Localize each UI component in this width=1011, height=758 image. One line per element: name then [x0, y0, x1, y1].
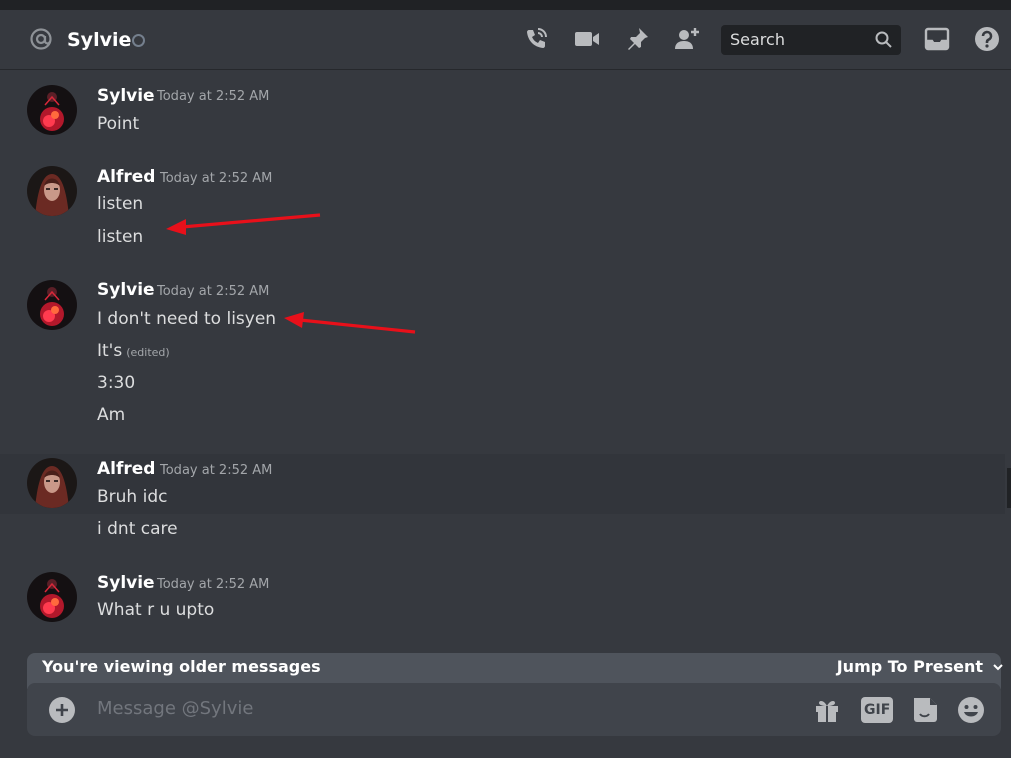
message-text: I don't need to lisyen	[97, 309, 277, 329]
dm-recipient-name[interactable]: Sylvie	[67, 27, 131, 53]
message-timestamp: Today at 2:52 AM	[157, 577, 270, 592]
message-text: Bruh idc	[97, 487, 168, 507]
message-group: Sylvie Today at 2:52 AM I don't need to …	[0, 266, 1005, 446]
search-placeholder: Search	[730, 30, 785, 49]
edited-label: (edited)	[126, 346, 170, 359]
message-author[interactable]: Sylvie	[97, 85, 155, 107]
message-author[interactable]: Alfred	[97, 166, 155, 188]
message-group: Alfred Today at 2:52 AM Bruh idc i dnt c…	[0, 444, 1005, 554]
message-author[interactable]: Alfred	[97, 458, 155, 480]
avatar-sylvie[interactable]	[27, 572, 77, 622]
chevron-down-icon	[993, 664, 1003, 671]
older-messages-notice: You're viewing older messages	[42, 657, 321, 676]
help-icon[interactable]	[974, 26, 1000, 52]
voice-call-icon[interactable]	[523, 26, 549, 52]
message-text: Point	[97, 114, 140, 134]
avatar-alfred[interactable]	[27, 166, 77, 216]
message-group: Alfred Today at 2:52 AM listen listen	[0, 152, 1005, 262]
search-input[interactable]: Search	[721, 25, 901, 55]
search-icon	[875, 31, 892, 48]
message-text: listen	[97, 194, 144, 214]
scrollbar-thumb[interactable]	[1007, 468, 1011, 508]
message-text-content: It's	[97, 341, 123, 361]
window-titlebar	[0, 0, 1011, 10]
gif-button[interactable]: GIF	[861, 697, 893, 723]
message-text: What r u upto	[97, 600, 215, 620]
sticker-icon[interactable]	[910, 695, 940, 725]
emoji-icon[interactable]	[956, 695, 986, 725]
avatar-sylvie[interactable]	[27, 280, 77, 330]
message-timestamp: Today at 2:52 AM	[160, 171, 273, 186]
video-call-icon[interactable]	[574, 26, 600, 52]
message-text: listen	[97, 227, 144, 247]
add-friend-to-dm-icon[interactable]	[674, 26, 700, 52]
message-text: i dnt care	[97, 519, 178, 539]
channel-header: Sylvie Search	[0, 10, 1011, 70]
plus-icon	[56, 704, 68, 716]
message-text: It's (edited)	[97, 340, 170, 364]
at-sign-icon	[30, 28, 52, 50]
message-group: Sylvie Today at 2:52 AM Point	[0, 71, 1005, 141]
message-timestamp: Today at 2:52 AM	[157, 89, 270, 104]
avatar-alfred[interactable]	[27, 458, 77, 508]
upload-button[interactable]	[49, 697, 75, 723]
message-timestamp: Today at 2:52 AM	[157, 284, 270, 299]
jump-to-present-label: Jump To Present	[836, 657, 983, 676]
pinned-messages-icon[interactable]	[624, 26, 650, 52]
message-text: Am	[97, 405, 126, 425]
avatar-sylvie[interactable]	[27, 85, 77, 135]
gift-icon[interactable]	[812, 695, 842, 725]
offline-status-icon	[132, 34, 145, 47]
message-author[interactable]: Sylvie	[97, 279, 155, 301]
message-author[interactable]: Sylvie	[97, 572, 155, 594]
message-group: Sylvie Today at 2:52 AM What r u upto	[0, 559, 1005, 639]
gif-label: GIF	[864, 702, 891, 718]
message-input[interactable]: Message @Sylvie	[97, 698, 253, 720]
message-list[interactable]: Sylvie Today at 2:52 AM Point Alfred Tod…	[0, 71, 1011, 653]
jump-to-present-button[interactable]: Jump To Present	[836, 657, 1003, 677]
message-text: 3:30	[97, 373, 136, 393]
inbox-icon[interactable]	[924, 26, 950, 52]
message-composer[interactable]: Message @Sylvie GIF	[27, 683, 1001, 736]
message-timestamp: Today at 2:52 AM	[160, 463, 273, 478]
